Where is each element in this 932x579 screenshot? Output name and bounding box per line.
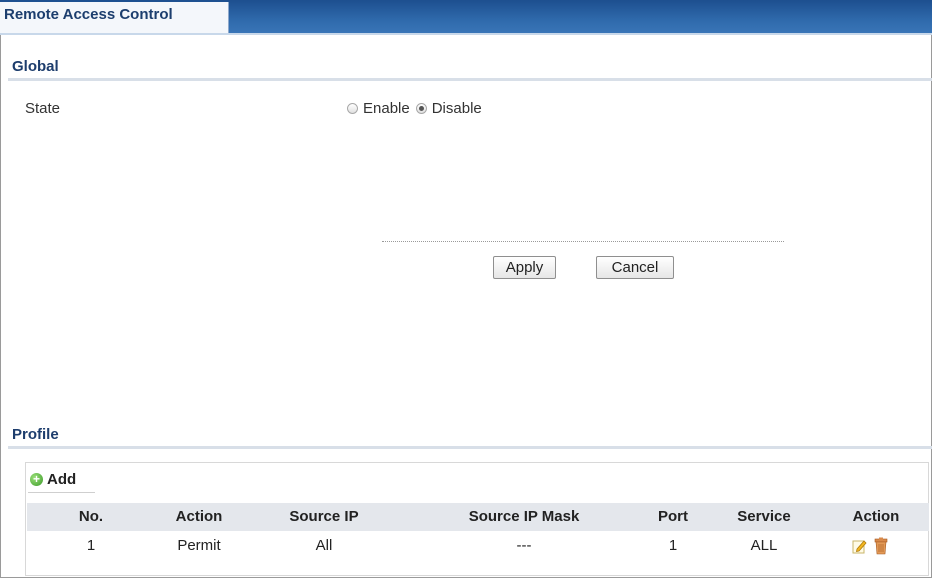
add-button[interactable]: + Add (30, 471, 76, 488)
profile-section-title: Profile (12, 426, 59, 443)
cell-service: ALL (750, 537, 778, 554)
column-header-source-ip: Source IP (289, 508, 359, 525)
add-button-underline (28, 492, 95, 493)
column-header-port: Port (658, 508, 688, 525)
tab-remote-access-control[interactable]: Remote Access Control (0, 2, 229, 33)
state-radio-group: Enable Disable (347, 100, 488, 117)
column-header-action: Action (175, 508, 223, 525)
cell-action: Permit (177, 537, 221, 554)
global-section-rule (8, 78, 932, 81)
column-header-source-ip-mask: Source IP Mask (468, 508, 580, 525)
cell-port: 1 (668, 537, 678, 554)
cell-source-ip: All (315, 537, 333, 554)
edit-icon[interactable] (852, 538, 867, 554)
enable-radio[interactable] (347, 103, 358, 114)
tab-bar: Remote Access Control (0, 0, 932, 34)
tab-divider (0, 33, 932, 35)
disable-radio-label[interactable]: Disable (432, 100, 482, 117)
delete-icon[interactable] (874, 537, 888, 555)
apply-button[interactable]: Apply (493, 256, 556, 279)
enable-radio-label[interactable]: Enable (363, 100, 410, 117)
add-button-label: Add (47, 471, 77, 488)
global-section-title: Global (12, 58, 59, 75)
cancel-button[interactable]: Cancel (596, 256, 674, 279)
button-divider (382, 241, 784, 242)
column-header-no: No. (78, 508, 104, 525)
state-label: State (25, 100, 61, 117)
disable-radio[interactable] (415, 103, 427, 114)
column-header-row-action: Action (852, 508, 900, 525)
cell-no: 1 (86, 537, 96, 554)
cell-source-ip-mask: --- (516, 537, 532, 554)
plus-icon: + (30, 473, 43, 486)
column-header-service: Service (737, 508, 791, 525)
profile-section-rule (8, 446, 932, 449)
